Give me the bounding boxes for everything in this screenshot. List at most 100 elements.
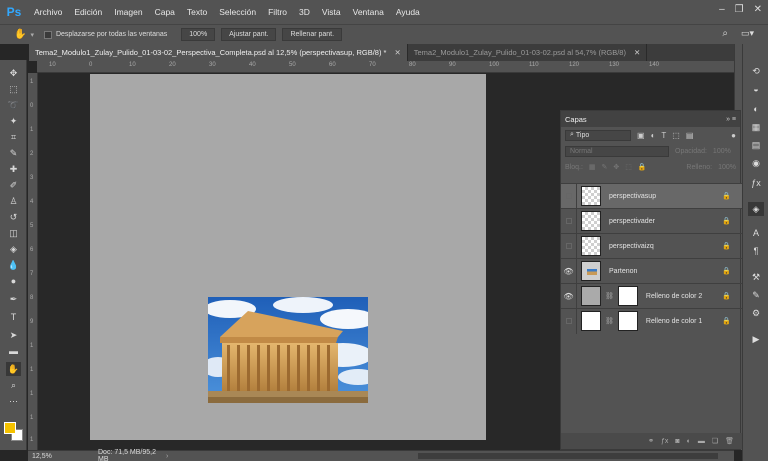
trash-icon[interactable]: 🗑 xyxy=(725,437,734,445)
pixel-filter-icon[interactable]: ▣ xyxy=(637,131,645,140)
color-icon[interactable]: ◒ xyxy=(748,82,764,96)
menu-texto[interactable]: Texto xyxy=(181,7,213,17)
tab-perspectiva-completa[interactable]: Tema2_Modulo1_Zulay_Pulido_01-03-02_Pers… xyxy=(29,44,408,61)
menu-filtro[interactable]: Filtro xyxy=(262,7,293,17)
visibility-toggle[interactable] xyxy=(561,183,577,209)
visibility-toggle[interactable] xyxy=(561,233,577,259)
styles-icon[interactable]: ▦ xyxy=(748,120,764,134)
tab-modulo1[interactable]: Tema2_Modulo1_Zulay_Pulido_01-03-02.psd … xyxy=(408,44,648,61)
menu-ventana[interactable]: Ventana xyxy=(347,7,390,17)
magic-wand-icon[interactable]: ✦ xyxy=(6,114,21,128)
visibility-toggle[interactable] xyxy=(561,308,577,334)
hand-tool-icon[interactable]: ✋ xyxy=(6,362,21,376)
paragraph-icon[interactable]: ¶ xyxy=(748,244,764,258)
path-selection-icon[interactable]: ➤ xyxy=(6,328,21,342)
layer-name[interactable]: perspectivasup xyxy=(609,193,722,200)
layers-panel-title[interactable]: Capas xyxy=(565,115,587,124)
link-layers-icon[interactable]: ⚭ xyxy=(648,437,654,445)
menu-vista[interactable]: Vista xyxy=(316,7,347,17)
restore-button[interactable]: ❐ xyxy=(735,4,744,15)
pen-tool-icon[interactable]: ✒ xyxy=(6,292,21,306)
lock-pixels-icon[interactable]: ✎ xyxy=(602,163,608,171)
tools-presets-icon[interactable]: ⚒ xyxy=(748,270,764,284)
eraser-tool-icon[interactable]: ◫ xyxy=(6,226,21,240)
close-icon[interactable]: ✕ xyxy=(394,48,400,57)
menu-seleccion[interactable]: Selección xyxy=(213,7,262,17)
history-icon[interactable]: ⟲ xyxy=(748,64,764,78)
lasso-tool-icon[interactable]: ➰ xyxy=(6,98,21,112)
layer-name[interactable]: Relleno de color 2 xyxy=(646,293,722,300)
eye-icon[interactable]: 👁 xyxy=(561,258,577,284)
horizontal-scrollbar[interactable] xyxy=(418,453,718,459)
tool-preset-chevron-icon[interactable]: ▾ xyxy=(30,31,34,39)
eye-icon[interactable]: 👁 xyxy=(561,283,577,309)
layer-name[interactable]: perspectivader xyxy=(609,218,722,225)
layer-perspectivasup[interactable]: perspectivasup 🔒 xyxy=(561,183,742,209)
shape-filter-icon[interactable]: ⬚ xyxy=(672,131,680,140)
add-mask-icon[interactable]: ◙ xyxy=(675,438,679,445)
dodge-tool-icon[interactable]: ● xyxy=(6,274,21,288)
crop-tool-icon[interactable]: ⌗ xyxy=(6,130,21,144)
layer-name[interactable]: perspectivaizq xyxy=(609,243,722,250)
zoom-100-button[interactable]: 100% xyxy=(181,28,216,41)
type-filter-icon[interactable]: T xyxy=(661,131,666,140)
swatches-icon[interactable]: ▤ xyxy=(748,138,764,152)
close-icon[interactable]: ✕ xyxy=(634,48,640,57)
search-icon[interactable]: ⌕ xyxy=(722,28,728,39)
smart-object-filter-icon[interactable]: ▤ xyxy=(686,131,694,140)
panel-menu-icon[interactable]: » ≡ xyxy=(726,116,736,123)
fit-screen-button[interactable]: Ajustar pant. xyxy=(221,28,277,41)
workspace-icon[interactable]: ▭▾ xyxy=(741,28,754,39)
filter-toggle-icon[interactable]: ● xyxy=(731,131,736,140)
link-icon[interactable]: ⛓ xyxy=(605,292,614,300)
foreground-color-swatch[interactable] xyxy=(4,422,16,434)
visibility-toggle[interactable] xyxy=(561,208,577,234)
new-layer-icon[interactable]: ❏ xyxy=(712,437,718,445)
paint-bucket-icon[interactable]: ◈ xyxy=(6,242,21,256)
layer-name[interactable]: Relleno de color 1 xyxy=(646,318,722,325)
menu-capa[interactable]: Capa xyxy=(149,7,181,17)
lock-position-icon[interactable]: ✥ xyxy=(613,163,619,171)
lock-transparency-icon[interactable]: ▦ xyxy=(589,163,596,171)
layer-relleno-color-2[interactable]: 👁 ⛓ Relleno de color 2 🔒 xyxy=(561,283,742,309)
layer-perspectivader[interactable]: perspectivader 🔒 xyxy=(561,208,742,234)
layer-name[interactable]: Partenon xyxy=(609,268,722,275)
marquee-tool-icon[interactable]: ⬚ xyxy=(6,82,21,96)
link-icon[interactable]: ⛓ xyxy=(605,317,614,325)
hand-tool-icon[interactable]: ✋ xyxy=(14,29,26,40)
adjustments-icon[interactable]: ◐ xyxy=(748,102,764,116)
character-icon[interactable]: A xyxy=(748,226,764,240)
move-tool-icon[interactable]: ✥ xyxy=(6,66,21,80)
scroll-all-windows-checkbox[interactable] xyxy=(43,30,52,39)
eyedropper-icon[interactable]: ✎ xyxy=(6,146,21,160)
layer-relleno-color-1[interactable]: ⛓ Relleno de color 1 🔒 xyxy=(561,308,742,334)
history-brush-icon[interactable]: ↺ xyxy=(6,210,21,224)
lock-artboard-icon[interactable]: ⬚ xyxy=(625,163,632,171)
menu-ayuda[interactable]: Ayuda xyxy=(390,7,426,17)
menu-imagen[interactable]: Imagen xyxy=(108,7,148,17)
minimize-button[interactable]: – xyxy=(719,4,725,15)
clone-stamp-icon[interactable]: ♙ xyxy=(6,194,21,208)
folder-icon[interactable]: ▬ xyxy=(698,438,705,445)
brush-tool-icon[interactable]: ✐ xyxy=(6,178,21,192)
adjustment-layer-icon[interactable]: ◐ xyxy=(687,438,691,445)
blend-mode-select[interactable]: Normal xyxy=(565,145,669,157)
menu-3d[interactable]: 3D xyxy=(293,7,316,17)
brush-settings-icon[interactable]: ✎ xyxy=(748,288,764,302)
healing-brush-icon[interactable]: ✚ xyxy=(6,162,21,176)
adjustment-filter-icon[interactable]: ◐ xyxy=(651,131,656,140)
zoom-level[interactable]: 12,5% xyxy=(28,453,68,460)
menu-edicion[interactable]: Edición xyxy=(68,7,108,17)
menu-archivo[interactable]: Archivo xyxy=(28,7,68,17)
layer-perspectivaizq[interactable]: perspectivaizq 🔒 xyxy=(561,233,742,259)
layers-icon[interactable]: ◈ xyxy=(748,202,764,216)
opacity-value[interactable]: 100% xyxy=(713,148,731,155)
close-button[interactable]: ✕ xyxy=(754,4,762,15)
type-tool-icon[interactable]: T xyxy=(6,310,21,324)
shape-tool-icon[interactable]: ▬ xyxy=(6,344,21,358)
more-tools-icon[interactable]: ⋯ xyxy=(6,394,21,408)
fill-value[interactable]: 100% xyxy=(718,164,736,171)
fx-icon[interactable]: ƒx xyxy=(748,176,764,190)
fx-icon[interactable]: ƒx xyxy=(661,438,668,445)
zoom-tool-icon[interactable]: ⌕ xyxy=(6,378,21,392)
